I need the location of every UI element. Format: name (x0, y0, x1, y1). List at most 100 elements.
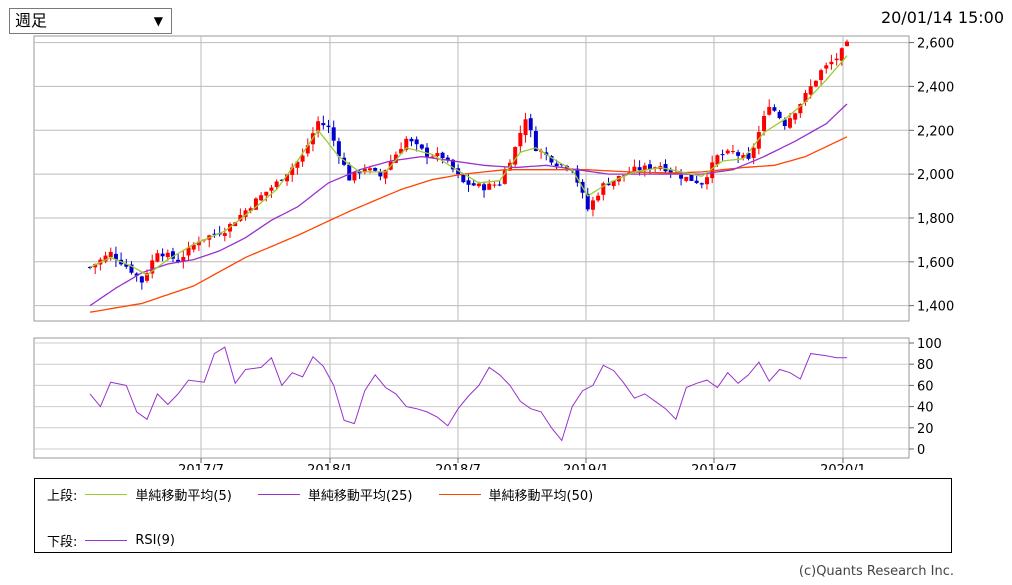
candle-body (373, 167, 378, 171)
legend-item-rsi: RSI(9) (77, 533, 175, 548)
price-y-tick-label: 1,800 (917, 212, 954, 227)
chart-legend: 上段: 単純移動平均(5) 単純移動平均(25) 単純移動平均(50) 下段: … (34, 478, 952, 553)
candle-body (762, 116, 767, 131)
rsi-panel-frame (33, 337, 910, 459)
candle-body (259, 195, 264, 201)
copyright-text: (c)Quants Research Inc. (798, 564, 954, 579)
candle-body (487, 183, 492, 190)
x-tick-label: 2020/1 (820, 463, 866, 470)
rsi-y-tick-label: 0 (917, 443, 925, 458)
candle-body (466, 180, 471, 185)
candle-body (523, 119, 528, 136)
legend-swatch-sma50 (438, 494, 481, 495)
candle-body (492, 184, 497, 186)
candle-body (845, 41, 849, 47)
legend-row-lower: 下段: RSI(9) (47, 531, 193, 550)
legend-item-sma25: 単純移動平均(25) (250, 485, 413, 504)
legend-label-sma50: 単純移動平均(50) (488, 489, 594, 504)
candle-body (699, 183, 704, 185)
candle-body (824, 65, 829, 69)
x-tick-label: 2019/1 (563, 463, 609, 470)
candle-body (222, 233, 227, 236)
candle-body (181, 257, 186, 262)
rsi-y-tick-label: 100 (917, 337, 942, 352)
candle-body (777, 111, 782, 119)
candle-body (155, 253, 160, 262)
candle-body (834, 58, 839, 61)
candle-body (767, 106, 772, 115)
legend-item-sma5: 単純移動平均(5) (77, 485, 232, 504)
candle-body (409, 138, 414, 142)
candle-body (793, 113, 798, 120)
candle-body (819, 70, 824, 81)
legend-swatch-sma5 (85, 494, 128, 495)
legend-item-sma50: 単純移動平均(50) (431, 485, 594, 504)
x-tick-label: 2017/7 (178, 463, 224, 470)
candle-body (528, 118, 533, 131)
candle-body (632, 166, 637, 172)
candle-body (378, 171, 383, 177)
candle-body (554, 163, 559, 167)
candle-body (471, 183, 476, 186)
candle-body (637, 167, 642, 171)
price-y-tick-label: 1,600 (917, 256, 954, 271)
candle-body (596, 195, 601, 201)
price-y-tick-label: 2,200 (917, 124, 954, 139)
price-y-tick-label: 2,400 (917, 80, 954, 95)
candle-body (482, 184, 487, 191)
candle-body (720, 154, 725, 156)
candle-body (435, 153, 440, 157)
rsi-y-tick-label: 40 (917, 401, 934, 416)
price-y-tick-label: 1,400 (917, 300, 954, 315)
price-y-tick-label: 2,600 (917, 37, 954, 52)
candle-body (839, 48, 844, 61)
candle-body (772, 107, 777, 111)
rsi-y-tick-label: 80 (917, 358, 934, 373)
candle-body (414, 139, 419, 145)
candle-body (165, 252, 170, 258)
legend-row-upper: 上段: 単純移動平均(5) 単純移動平均(25) 単純移動平均(50) (47, 485, 611, 504)
candle-body (108, 251, 113, 258)
candle-body (590, 200, 595, 210)
candle-body (269, 187, 274, 191)
x-tick-label: 2018/1 (307, 463, 353, 470)
candle-body (689, 174, 694, 181)
candle-body (705, 177, 710, 185)
candle-body (160, 253, 165, 257)
candle-body (751, 147, 756, 158)
price-y-tick-label: 2,000 (917, 168, 954, 183)
x-tick-label: 2019/7 (691, 463, 737, 470)
legend-label-rsi: RSI(9) (135, 533, 175, 548)
candle-body (139, 276, 144, 283)
price-chart-area: 2017/7 2018/1 2018/7 2019/1 2019/7 2020/1 2,60… (33, 35, 954, 470)
candle-body (736, 152, 741, 156)
candle-body (367, 168, 372, 171)
candle-body (331, 127, 336, 141)
candle-body (518, 132, 523, 147)
candle-body (264, 191, 269, 196)
candle-body (730, 151, 735, 153)
x-tick-label: 2018/7 (435, 463, 481, 470)
candle-body (679, 174, 684, 179)
legend-swatch-rsi (85, 540, 128, 541)
legend-label-sma25: 単純移動平均(25) (307, 489, 413, 504)
candle-body (326, 125, 331, 128)
rsi-y-tick-label: 60 (917, 379, 934, 394)
candle-body (787, 118, 792, 128)
candle-body (419, 144, 424, 149)
legend-swatch-sma25 (257, 494, 300, 495)
candle-body (725, 150, 730, 154)
candle-body (808, 86, 813, 95)
candle-body (813, 80, 818, 87)
candle-body (829, 61, 834, 65)
candle-body (274, 181, 279, 187)
candle-body (347, 164, 352, 181)
candle-body (440, 152, 445, 159)
candle-body (321, 123, 326, 126)
legend-lower-label: 下段: (47, 535, 78, 550)
candle-body (694, 180, 699, 184)
candle-body (684, 176, 689, 181)
rsi-y-tick-label: 20 (917, 422, 934, 437)
candle-body (476, 183, 481, 187)
legend-upper-label: 上段: (47, 489, 78, 504)
